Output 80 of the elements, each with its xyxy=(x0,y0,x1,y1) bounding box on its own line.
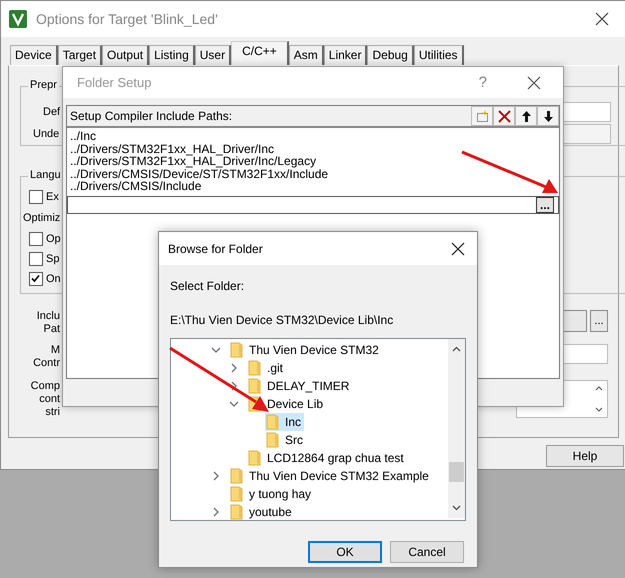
dialog-title: Browse for Folder xyxy=(168,242,263,256)
dialog-title: Folder Setup xyxy=(77,75,152,90)
tree-item[interactable]: .git xyxy=(247,359,286,377)
tree-item[interactable]: youtube xyxy=(229,503,295,520)
list-header: Setup Compiler Include Paths: xyxy=(70,109,232,123)
checkbox[interactable] xyxy=(29,272,43,286)
tab[interactable]: Debug xyxy=(367,45,414,65)
checkbox-label: Ex xyxy=(46,191,59,203)
tree-item[interactable]: Thu Vien Device STM32 Example xyxy=(229,467,432,485)
field-label: stri xyxy=(45,406,60,419)
tab[interactable]: Target xyxy=(58,45,102,65)
chevron-icon[interactable] xyxy=(211,345,221,355)
app-icon xyxy=(9,10,27,28)
tree-item[interactable]: Inc xyxy=(265,413,304,431)
folder-path: E:\Thu Vien Device STM32\Device Lib\Inc xyxy=(170,313,394,327)
browse-button[interactable]: ... xyxy=(590,310,608,332)
tab[interactable]: Utilities xyxy=(414,45,464,65)
new-folder-icon[interactable] xyxy=(471,106,493,126)
field-label: Comp xyxy=(30,380,60,393)
tab[interactable]: C/C++ xyxy=(231,41,289,65)
field-label: cont xyxy=(39,393,60,406)
group-label: Prepr xyxy=(28,79,59,91)
input-field[interactable]: ... xyxy=(67,196,559,214)
folder-icon xyxy=(266,414,280,430)
field-label: Pat xyxy=(43,323,60,336)
tab[interactable]: Listing xyxy=(149,45,195,65)
field-label: M xyxy=(50,344,60,357)
chevron-icon[interactable] xyxy=(211,507,221,517)
prompt-label: Select Folder: xyxy=(170,279,246,293)
help-icon[interactable]: ? xyxy=(478,74,487,91)
field-label: Def xyxy=(43,106,60,118)
folder-icon xyxy=(230,342,244,358)
tree-item[interactable]: DELAY_TIMER xyxy=(247,377,352,395)
arrow-up-icon[interactable] xyxy=(515,106,537,126)
chevron-icon[interactable] xyxy=(211,471,221,481)
close-icon[interactable] xyxy=(527,76,541,90)
field-label: Contr xyxy=(33,357,60,370)
field-label: Inclu xyxy=(36,310,60,323)
folder-icon xyxy=(248,378,262,394)
list-item[interactable]: ../Drivers/STM32F1xx_HAL_Driver/Inc xyxy=(67,142,559,155)
checkbox[interactable] xyxy=(29,232,43,246)
checkbox[interactable] xyxy=(29,190,43,204)
tab[interactable]: Linker xyxy=(324,45,368,65)
help-button[interactable]: Help xyxy=(546,445,624,467)
chevron-icon[interactable] xyxy=(229,399,239,409)
list-item[interactable]: ../Inc xyxy=(67,130,559,142)
checkbox[interactable] xyxy=(29,252,43,266)
dialog-button[interactable]: Cancel xyxy=(390,541,464,563)
checkbox-label: On xyxy=(46,273,61,285)
field-label: Unde xyxy=(33,128,60,140)
tree-item[interactable]: Thu Vien Device STM32 xyxy=(229,341,382,359)
folder-icon xyxy=(230,468,244,484)
window-title: Options for Target 'Blink_Led' xyxy=(36,11,219,27)
close-icon[interactable] xyxy=(595,12,609,26)
folder-icon xyxy=(248,450,262,466)
tab[interactable]: User xyxy=(194,45,232,65)
group-label: Langu xyxy=(28,169,63,181)
tab[interactable]: Device xyxy=(10,45,58,65)
dialog-button[interactable]: OK xyxy=(308,541,382,563)
close-icon[interactable] xyxy=(451,242,465,256)
list-item[interactable]: ../Drivers/STM32F1xx_HAL_Driver/Inc/Legacy xyxy=(67,155,559,168)
tree-item[interactable]: y tuong hay xyxy=(229,485,314,503)
list-item[interactable]: ../Drivers/CMSIS/Include xyxy=(67,180,559,192)
folder-icon xyxy=(266,432,280,448)
field-label: Optimiz xyxy=(23,212,60,224)
delete-icon[interactable] xyxy=(493,106,515,126)
tree-item[interactable]: Src xyxy=(265,431,306,449)
chevron-icon[interactable] xyxy=(229,363,239,373)
folder-icon xyxy=(230,486,244,502)
checkbox-label: Op xyxy=(46,233,61,245)
folder-icon xyxy=(248,360,262,376)
browse-button[interactable]: ... xyxy=(536,196,554,212)
tab[interactable]: Output xyxy=(102,45,150,65)
arrow-down-icon[interactable] xyxy=(537,106,559,126)
folder-icon xyxy=(230,504,244,520)
list-item[interactable]: ../Drivers/CMSIS/Device/ST/STM32F1xx/Include xyxy=(67,168,559,180)
chevron-icon[interactable] xyxy=(229,381,239,391)
checkbox-label: Sp xyxy=(46,253,60,265)
tree-item[interactable]: LCD12864 grap chua test xyxy=(247,449,407,467)
tab[interactable]: Asm xyxy=(288,45,324,65)
